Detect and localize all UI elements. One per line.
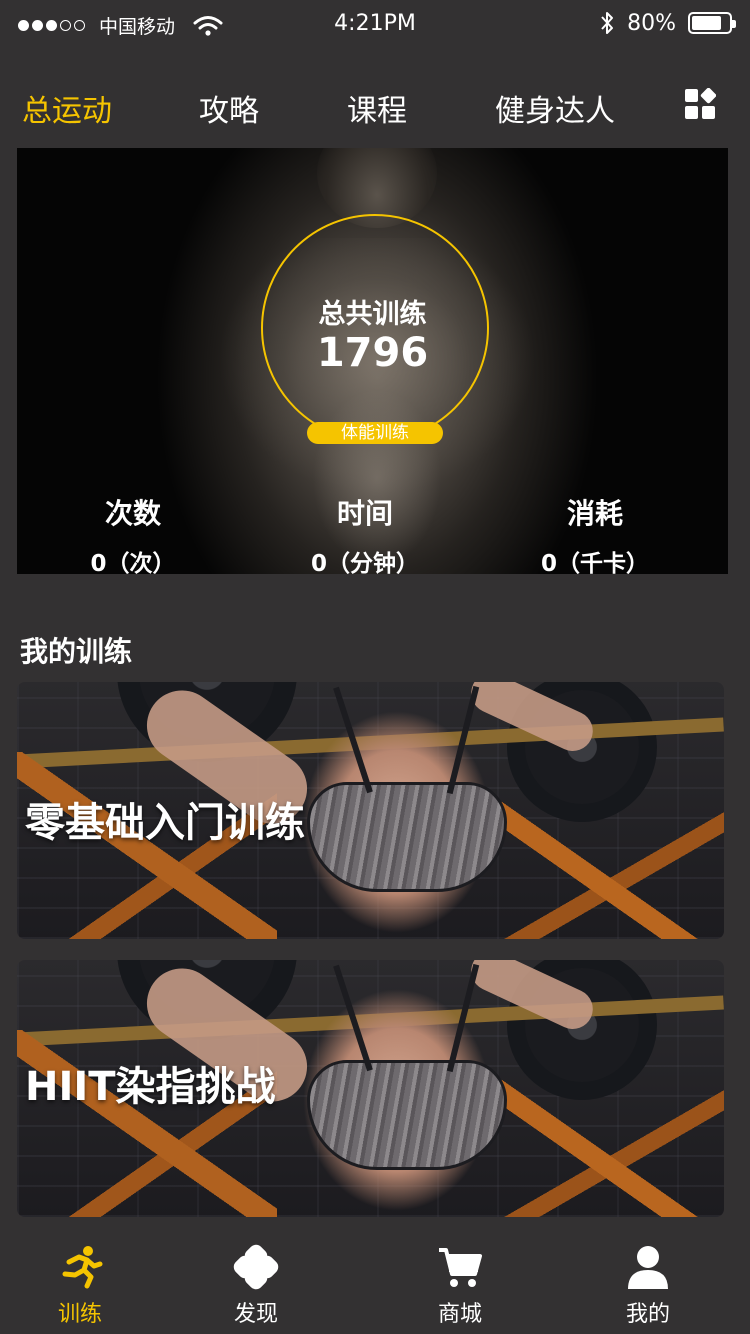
stat-time-value: 0（分钟）	[310, 551, 419, 574]
battery-icon	[688, 12, 736, 34]
stat-time-label: 时间	[336, 497, 393, 530]
status-right: 80%	[599, 10, 736, 36]
training-type-badge[interactable]: 体能训练	[307, 422, 443, 444]
stat-count-value: 0（次）	[90, 551, 176, 574]
stat-count: 次数 0（次）	[43, 492, 223, 574]
training-card[interactable]: HIIT染指挑战	[17, 960, 724, 1217]
stat-calories-value: 0（千卡）	[540, 551, 649, 574]
training-card-title: HIIT染指挑战	[25, 1064, 276, 1110]
nav-training-label: 训练	[57, 1302, 102, 1327]
tab-guides[interactable]: 攻略	[199, 86, 259, 130]
training-card[interactable]: 零基础入门训练	[17, 682, 724, 939]
category-grid-icon[interactable]	[684, 88, 716, 120]
bottom-tab-bar: 训练 发现 商城 我的	[0, 1236, 750, 1334]
total-training-value: 1796	[316, 330, 429, 376]
clover-icon	[233, 1244, 279, 1290]
stat-calories: 消耗 0（千卡）	[505, 492, 685, 574]
my-training-heading: 我的训练	[20, 635, 133, 668]
nav-shop-label: 商城	[437, 1302, 482, 1327]
top-tab-bar: 总运动 攻略 课程 健身达人	[0, 78, 750, 132]
tab-courses[interactable]: 课程	[347, 86, 407, 130]
stat-count-label: 次数	[104, 497, 161, 530]
tab-fitness-experts[interactable]: 健身达人	[495, 86, 615, 130]
nav-discover[interactable]: 发现	[196, 1244, 316, 1328]
nav-discover-label: 发现	[233, 1302, 278, 1327]
bluetooth-icon	[601, 12, 614, 34]
nav-me[interactable]: 我的	[588, 1244, 708, 1328]
battery-level	[692, 16, 721, 30]
training-card-title: 零基础入门训练	[25, 800, 305, 846]
training-summary-hero: 总共训练 1796 体能训练 次数 0（次） 时间 0（分钟） 消耗 0（千卡）	[17, 148, 728, 574]
status-bar: 中国移动 4:21PM 80%	[0, 0, 750, 52]
nav-me-label: 我的	[625, 1302, 670, 1327]
nav-training[interactable]: 训练	[20, 1244, 140, 1328]
user-icon	[628, 1246, 668, 1289]
cart-icon	[439, 1248, 482, 1287]
tab-total-sport[interactable]: 总运动	[22, 86, 112, 130]
total-training-title: 总共训练	[318, 299, 427, 330]
rack-image	[484, 792, 724, 939]
rack-image	[484, 1070, 724, 1217]
nav-shop[interactable]: 商城	[400, 1244, 520, 1328]
battery-percent: 80%	[627, 10, 676, 36]
stat-time: 时间 0（分钟）	[275, 492, 455, 574]
stat-calories-label: 消耗	[566, 497, 623, 530]
running-icon	[62, 1246, 103, 1289]
